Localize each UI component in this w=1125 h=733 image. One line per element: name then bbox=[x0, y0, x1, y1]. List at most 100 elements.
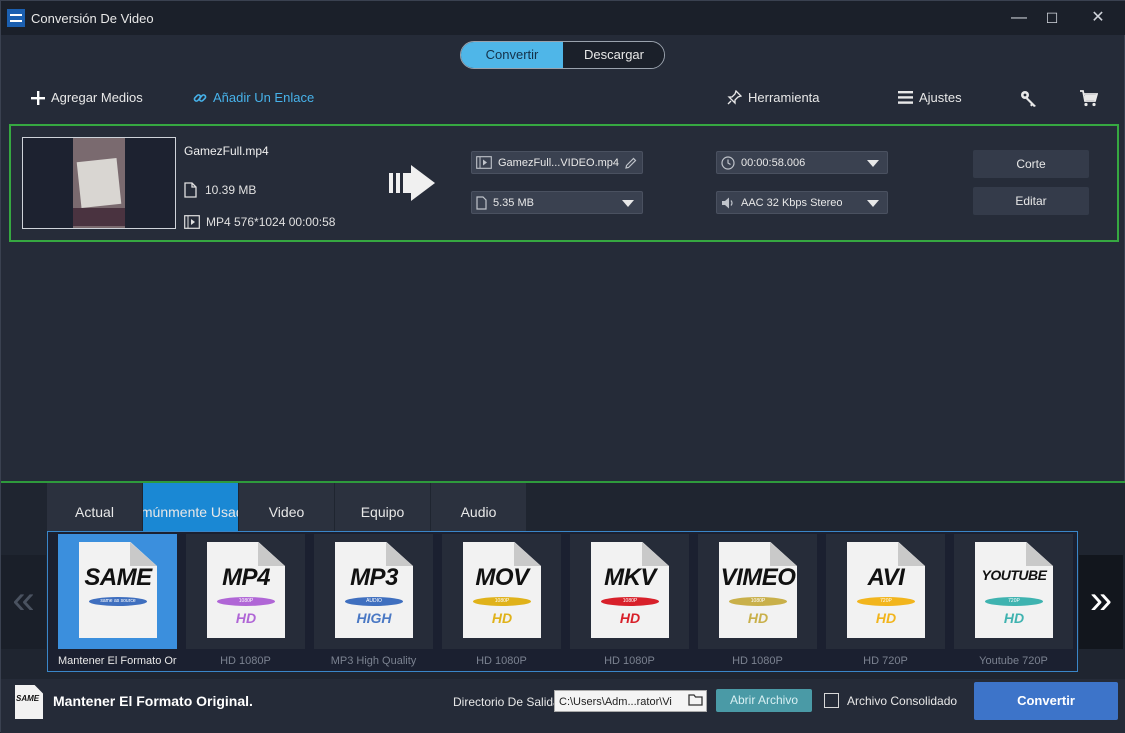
cart-button[interactable] bbox=[1080, 90, 1098, 107]
audio-dropdown[interactable]: AAC 32 Kbps Stereo bbox=[716, 191, 888, 214]
format-title: AVI bbox=[867, 564, 905, 591]
tab-convert[interactable]: Convertir bbox=[461, 42, 563, 68]
format-sub: HIGH bbox=[356, 610, 392, 626]
pin-icon bbox=[727, 90, 742, 105]
open-folder-button[interactable]: Abrir Archivo bbox=[716, 689, 812, 712]
tab-common[interactable]: Comúnmente Usado bbox=[143, 483, 238, 531]
file-meta-value: MP4 576*1024 00:00:58 bbox=[206, 215, 336, 229]
add-link-button[interactable]: Añadir Un Enlace bbox=[193, 90, 314, 105]
edit-pencil-icon[interactable] bbox=[625, 157, 637, 169]
app-window: Conversión De Video — ☐ ✕ Convertir Desc… bbox=[0, 0, 1125, 733]
format-title: SAME bbox=[84, 564, 152, 591]
video-file-icon bbox=[184, 215, 200, 229]
format-label: Mantener El Formato Original bbox=[58, 655, 177, 667]
convert-arrow-icon bbox=[389, 165, 435, 201]
format-title: MKV bbox=[604, 564, 656, 591]
format-tile[interactable]: YOUTUBE 720P HD Youtube 720P bbox=[954, 534, 1073, 670]
format-quality-pill: AUDIO bbox=[345, 597, 403, 606]
format-sub: HD bbox=[619, 610, 641, 626]
title-bar: Conversión De Video — ☐ ✕ bbox=[1, 1, 1125, 35]
minimize-button[interactable]: — bbox=[1004, 7, 1034, 29]
format-label: HD 720P bbox=[863, 655, 908, 667]
format-sub: HD bbox=[747, 610, 769, 626]
chevron-down-icon bbox=[867, 160, 879, 167]
tab-audio[interactable]: Audio bbox=[431, 483, 526, 531]
format-tile[interactable]: MP3 AUDIO HIGH MP3 High Quality bbox=[314, 534, 433, 670]
format-quality-pill: 1080P bbox=[601, 597, 659, 606]
convert-button[interactable]: Convertir bbox=[974, 682, 1118, 720]
app-logo-icon bbox=[7, 9, 25, 27]
format-quality-pill: 1080P bbox=[473, 597, 531, 606]
scroll-left-button[interactable]: « bbox=[1, 555, 46, 649]
folder-icon[interactable] bbox=[688, 693, 703, 707]
file-size: 10.39 MB bbox=[184, 182, 256, 198]
format-sub: HD bbox=[1003, 610, 1025, 626]
maximize-button[interactable]: ☐ bbox=[1037, 7, 1067, 29]
video-thumbnail[interactable] bbox=[22, 137, 176, 229]
duration-dropdown[interactable]: 00:00:58.006 bbox=[716, 151, 888, 174]
cart-icon bbox=[1080, 90, 1098, 107]
output-size-value: 5.35 MB bbox=[493, 196, 534, 209]
format-sub: HD bbox=[235, 610, 257, 626]
format-sub: HD bbox=[491, 610, 513, 626]
output-size-dropdown[interactable]: 5.35 MB bbox=[471, 191, 643, 214]
tab-device[interactable]: Equipo bbox=[335, 483, 430, 531]
chevron-down-icon bbox=[867, 200, 879, 207]
format-tile[interactable]: MKV 1080P HD HD 1080P bbox=[570, 534, 689, 670]
file-size-value: 10.39 MB bbox=[205, 183, 257, 197]
format-quality-pill: same as source bbox=[89, 597, 147, 606]
format-tile[interactable]: VIMEO 1080P HD HD 1080P bbox=[698, 534, 817, 670]
selected-format-icon-text: SAME bbox=[16, 694, 40, 703]
format-label: MP3 High Quality bbox=[330, 655, 417, 667]
selected-format-icon: SAME bbox=[15, 685, 43, 719]
duration-value: 00:00:58.006 bbox=[741, 156, 806, 169]
merge-label: Archivo Consolidado bbox=[847, 694, 958, 708]
speaker-icon bbox=[722, 197, 733, 208]
plus-icon bbox=[31, 90, 45, 105]
output-dir-input[interactable]: C:\Users\Adm...rator\Vi bbox=[554, 690, 707, 712]
format-quality-pill: 720P bbox=[857, 597, 915, 606]
audio-value: AAC 32 Kbps Stereo bbox=[741, 196, 843, 209]
format-label: HD 1080P bbox=[604, 655, 655, 667]
format-tile[interactable]: SAME same as source Mantener El Formato Or… bbox=[58, 534, 177, 670]
format-quality-pill: 1080P bbox=[729, 597, 787, 606]
output-filename-field[interactable]: GamezFull...VIDEO.mp4 bbox=[471, 151, 643, 174]
file-name: GamezFull.mp4 bbox=[184, 144, 269, 158]
tab-actual[interactable]: Actual bbox=[47, 483, 142, 531]
tab-download[interactable]: Descargar bbox=[563, 42, 664, 68]
scroll-right-button[interactable]: » bbox=[1079, 555, 1123, 649]
output-filename-value: GamezFull...VIDEO.mp4 bbox=[498, 156, 620, 169]
thumbnail-paper bbox=[76, 158, 122, 208]
format-sub: HD bbox=[875, 610, 897, 626]
close-button[interactable]: ✕ bbox=[1083, 7, 1113, 29]
add-media-button[interactable]: Agregar Medios bbox=[31, 90, 143, 105]
file-icon bbox=[476, 195, 487, 210]
mode-switch: Convertir Descargar bbox=[460, 41, 665, 69]
format-title: YOUTUBE bbox=[981, 567, 1047, 583]
format-list: SAME same as source Mantener El Formato Or… bbox=[47, 531, 1078, 672]
format-title: MOV bbox=[475, 564, 529, 591]
format-title: MP3 bbox=[350, 564, 398, 591]
format-quality-pill: 1080P bbox=[217, 597, 275, 606]
format-quality-pill: 720P bbox=[985, 597, 1043, 606]
settings-button[interactable]: Ajustes bbox=[898, 90, 962, 105]
format-tile[interactable]: MOV 1080P HD HD 1080P bbox=[442, 534, 561, 670]
edit-button[interactable]: Editar bbox=[973, 187, 1089, 215]
key-button[interactable] bbox=[1020, 90, 1038, 108]
format-tile[interactable]: AVI 720P HD HD 720P bbox=[826, 534, 945, 670]
format-label: Youtube 720P bbox=[979, 655, 1048, 667]
tool-button[interactable]: Herramienta bbox=[727, 90, 820, 105]
file-meta: MP4 576*1024 00:00:58 bbox=[184, 215, 335, 229]
file-icon bbox=[184, 182, 197, 198]
format-title: VIMEO bbox=[720, 564, 796, 591]
format-tile[interactable]: MP4 1080P HD HD 1080P bbox=[186, 534, 305, 670]
add-media-label: Agregar Medios bbox=[51, 90, 143, 105]
window-title: Conversión De Video bbox=[31, 11, 154, 26]
settings-label: Ajustes bbox=[919, 90, 962, 105]
menu-icon bbox=[898, 91, 913, 104]
tab-video[interactable]: Video bbox=[239, 483, 334, 531]
trim-button[interactable]: Corte bbox=[973, 150, 1089, 178]
merge-checkbox[interactable] bbox=[824, 693, 839, 708]
file-item-card[interactable]: GamezFull.mp4 10.39 MB MP4 576*1024 00:0… bbox=[9, 124, 1119, 242]
link-icon bbox=[193, 93, 207, 102]
